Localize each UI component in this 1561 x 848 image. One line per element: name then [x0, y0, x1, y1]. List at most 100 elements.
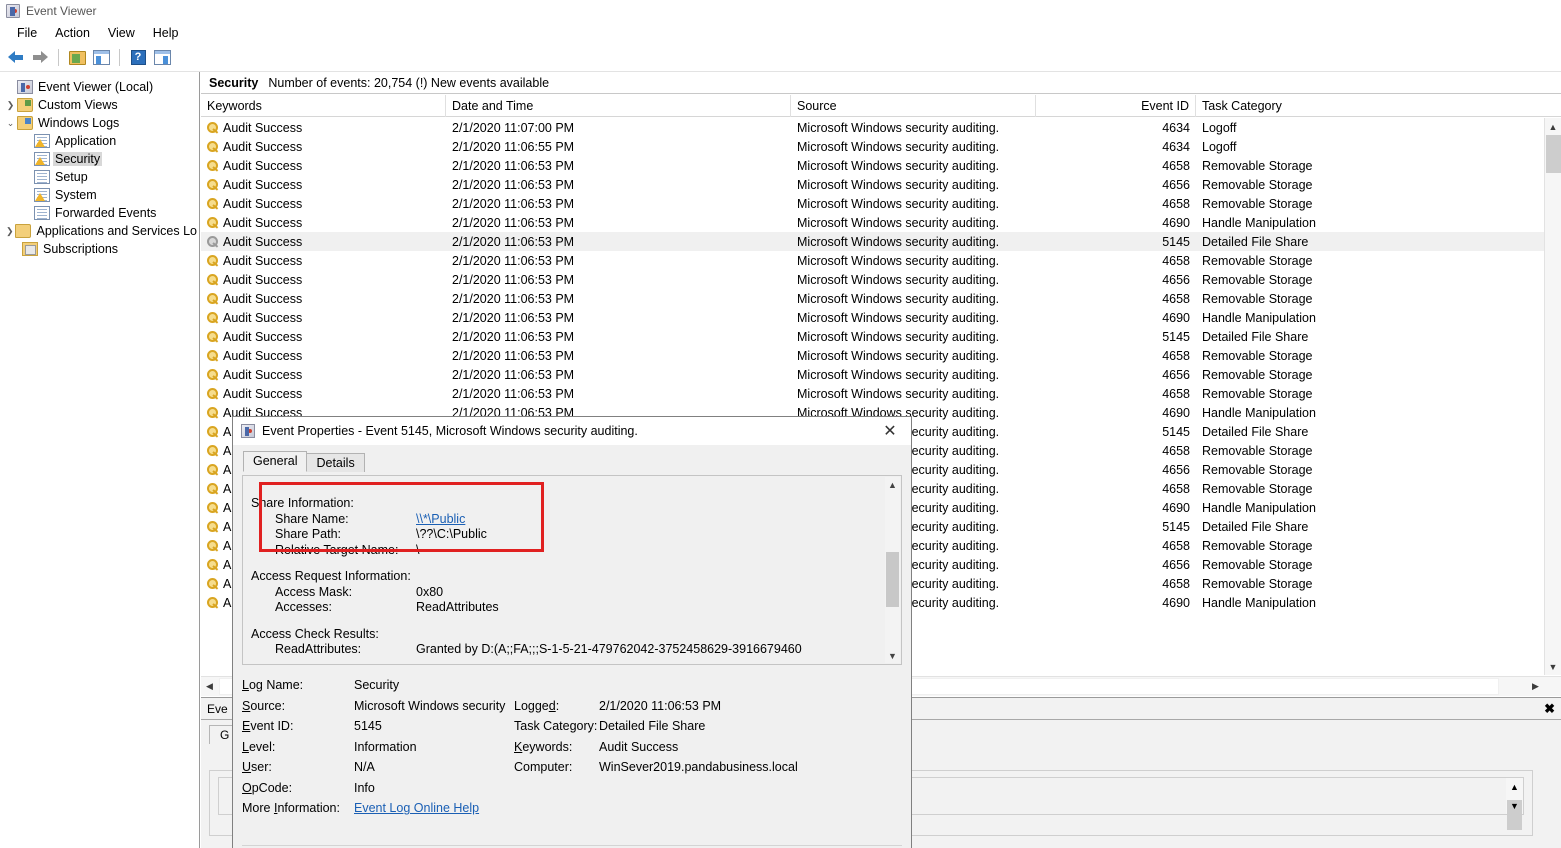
cell-keywords: Audit Success [201, 330, 446, 344]
table-row[interactable]: Audit Success 2/1/2020 11:06:53 PM Microso… [201, 251, 1544, 270]
scroll-down-icon[interactable]: ▼ [1545, 658, 1561, 675]
cell-date-and-time: 2/1/2020 11:07:00 PM [452, 120, 575, 135]
scroll-up-icon[interactable]: ▲ [885, 477, 900, 492]
cell-source: Microsoft Windows security auditing. [797, 120, 1000, 135]
table-row[interactable]: Audit Success 2/1/2020 11:06:53 PM Microso… [201, 327, 1544, 346]
description-value[interactable]: \\*\Public [416, 512, 465, 528]
table-row[interactable]: Audit Success 2/1/2020 11:06:53 PM Microso… [201, 270, 1544, 289]
event-log-online-help-link[interactable]: Event Log Online Help [354, 801, 479, 815]
toolbar-separator-1 [58, 49, 59, 66]
keywords-text: Audit Success [223, 272, 303, 287]
sidebar-item-applications-and-services-logs[interactable]: ❯ Applications and Services Lo [0, 222, 199, 240]
description-value: \ [416, 542, 420, 557]
sidebar-item-label: Custom Views [38, 98, 118, 112]
cell-task-category: Removable Storage [1202, 367, 1313, 382]
window-title: Event Viewer [26, 4, 97, 18]
cell-source: Microsoft Windows security auditing. [797, 310, 1000, 325]
table-row[interactable]: Audit Success 2/1/2020 11:06:53 PM Microso… [201, 365, 1544, 384]
opcode-value: Info [354, 780, 375, 795]
sidebar-item-forwarded-events[interactable]: Forwarded Events [0, 204, 199, 222]
preview-pane-scrollbar[interactable]: ▲ ▼ [1506, 778, 1523, 830]
scrollbar-thumb[interactable] [886, 552, 899, 607]
column-header-event-id[interactable]: Event ID [1036, 94, 1196, 117]
table-row[interactable]: Audit Success 2/1/2020 11:07:00 PM Microso… [201, 118, 1544, 137]
event-description-text: Share Information: Share Name: \\*\Public S… [251, 494, 887, 658]
table-row[interactable]: Audit Success 2/1/2020 11:06:53 PM Microso… [201, 156, 1544, 175]
menu-item-view[interactable]: View [99, 24, 144, 42]
event-list-vertical-scrollbar[interactable]: ▲ ▼ [1544, 118, 1561, 675]
scroll-left-icon[interactable]: ◀ [201, 677, 218, 696]
show-hide-preview-pane-button[interactable] [151, 47, 173, 69]
sidebar-item-system[interactable]: System [0, 186, 199, 204]
table-row[interactable]: Audit Success 2/1/2020 11:06:53 PM Microso… [201, 308, 1544, 327]
close-icon[interactable]: ✖ [1544, 701, 1555, 717]
sidebar-item-setup[interactable]: Setup [0, 168, 199, 186]
keywords-text: Audit Success [223, 291, 303, 306]
column-header-source[interactable]: Source [791, 94, 1036, 117]
cell-event-id: 4656 [1162, 557, 1190, 572]
cell-event-id: 4690 [1162, 500, 1190, 515]
show-hide-action-pane-button[interactable] [90, 47, 112, 69]
cell-event-id: 4690 [1162, 405, 1190, 420]
chevron-right-icon[interactable]: ❯ [4, 225, 15, 238]
tab-details[interactable]: Details [306, 453, 365, 472]
cell-task-category: Removable Storage [1202, 158, 1313, 173]
cell-event-id: 4658 [1162, 253, 1190, 268]
cell-keywords: Audit Success [201, 349, 446, 363]
audit-success-key-icon [207, 235, 219, 248]
cell-task-category: Removable Storage [1202, 196, 1313, 211]
log-header: Security Number of events: 20,754 (!) Ne… [201, 72, 1561, 94]
more-information-label: More Information: [242, 801, 340, 816]
level-value: Information [354, 739, 417, 754]
column-header-keywords[interactable]: Keywords [201, 94, 446, 117]
cell-source: Microsoft Windows security auditing. [797, 158, 1000, 173]
show-hide-console-tree-button[interactable] [66, 47, 88, 69]
scrollbar-thumb[interactable] [1546, 135, 1561, 173]
scroll-right-icon[interactable]: ▶ [1527, 677, 1544, 696]
table-row[interactable]: Audit Success 2/1/2020 11:06:53 PM Microso… [201, 175, 1544, 194]
cell-source: Microsoft Windows security auditing. [797, 139, 1000, 154]
audit-success-key-icon [207, 463, 219, 476]
menu-item-file[interactable]: File [8, 24, 46, 42]
chevron-down-icon[interactable]: ⌄ [4, 117, 17, 130]
scroll-up-icon[interactable]: ▲ [1506, 778, 1523, 795]
column-header-date-and-time[interactable]: Date and Time [446, 94, 791, 117]
sidebar-item-application[interactable]: Application [0, 132, 199, 150]
sidebar-item-security[interactable]: Security [0, 150, 199, 168]
table-row[interactable]: Audit Success 2/1/2020 11:06:53 PM Microso… [201, 289, 1544, 308]
meta-row-opcode: OpCode: Info [242, 778, 902, 799]
sidebar-item-label: Windows Logs [38, 116, 120, 130]
table-row[interactable]: Audit Success 2/1/2020 11:06:53 PM Microso… [201, 213, 1544, 232]
sidebar-item-event-viewer-local[interactable]: › Event Viewer (Local) [0, 78, 199, 96]
column-header-task-category[interactable]: Task Category [1196, 95, 1436, 117]
table-row[interactable]: Audit Success 2/1/2020 11:06:53 PM Microso… [201, 384, 1544, 403]
sidebar-item-windows-logs[interactable]: ⌄ Windows Logs [0, 114, 199, 132]
sidebar-item-custom-views[interactable]: ❯ Custom Views [0, 96, 199, 114]
keywords-text: Audit Success [223, 253, 303, 268]
scroll-up-icon[interactable]: ▲ [1545, 118, 1561, 135]
table-row[interactable]: Audit Success 2/1/2020 11:06:55 PM Microso… [201, 137, 1544, 156]
audit-success-key-icon [207, 577, 219, 590]
sidebar-item-subscriptions[interactable]: Subscriptions [0, 240, 199, 258]
table-row[interactable]: Audit Success 2/1/2020 11:06:53 PM Microso… [201, 346, 1544, 365]
cell-date-and-time: 2/1/2020 11:06:55 PM [452, 139, 575, 154]
scroll-down-icon[interactable]: ▼ [885, 648, 900, 663]
menu-item-help[interactable]: Help [144, 24, 188, 42]
tab-general[interactable]: General [243, 451, 308, 472]
cell-event-id: 4656 [1162, 177, 1190, 192]
cell-event-id: 4656 [1162, 272, 1190, 287]
table-row[interactable]: Audit Success 2/1/2020 11:06:53 PM Microso… [201, 194, 1544, 213]
close-icon[interactable]: ✕ [873, 420, 907, 442]
cell-task-category: Logoff [1202, 139, 1237, 154]
back-button[interactable] [5, 47, 27, 69]
toolbar: ? [0, 44, 1561, 72]
logged-value: 2/1/2020 11:06:53 PM [599, 698, 722, 713]
description-scrollbar[interactable]: ▲ ▼ [885, 477, 900, 663]
help-button[interactable]: ? [127, 47, 149, 69]
scroll-down-icon[interactable]: ▼ [1506, 797, 1523, 814]
table-row[interactable]: Audit Success 2/1/2020 11:06:53 PM Microso… [201, 232, 1544, 251]
forward-button[interactable] [29, 47, 51, 69]
chevron-right-icon[interactable]: ❯ [4, 99, 17, 112]
menu-item-action[interactable]: Action [46, 24, 99, 42]
keywords-value: Audit Success [599, 739, 679, 754]
